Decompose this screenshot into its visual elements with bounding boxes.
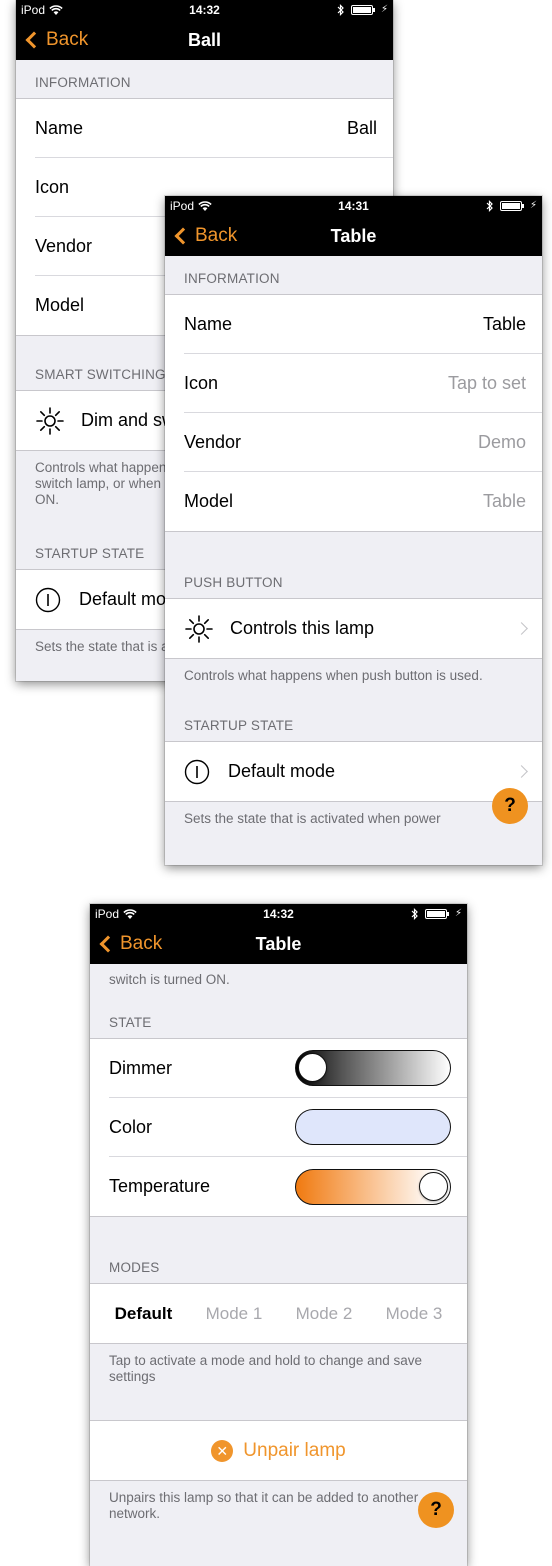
row-label: Model — [184, 491, 234, 511]
unpair-button[interactable]: ✕ Unpair lamp — [90, 1421, 467, 1480]
mode-3[interactable]: Mode 3 — [386, 1304, 443, 1324]
battery-icon — [499, 201, 524, 211]
page-title: Table — [330, 226, 377, 246]
page-title: Ball — [187, 30, 221, 50]
row-label: Name — [35, 117, 84, 138]
startup-footer: Sets the state that is activated when po… — [184, 811, 441, 826]
screen-table-top: iPod 14:31 ⚡ Back Table INFORMATION Name… — [165, 196, 542, 865]
charging-icon: ⚡ — [454, 908, 462, 919]
section-header-information: INFORMATION — [184, 271, 280, 286]
push-button-row[interactable]: Controls this lamp — [184, 599, 542, 658]
charging-icon: ⚡ — [380, 4, 388, 15]
row-value: Table — [482, 313, 526, 334]
row-value: Demo — [477, 431, 526, 452]
section-header-push-button: PUSH BUTTON — [184, 575, 283, 590]
row-label: Name — [184, 313, 233, 334]
temperature-slider[interactable] — [295, 1168, 451, 1205]
unpair-label: Unpair lamp — [243, 1439, 346, 1461]
modes-group: Default Mode 1 Mode 2 Mode 3 — [90, 1283, 467, 1344]
information-group: Name Table Icon Tap to set Vendor Demo M… — [165, 294, 542, 532]
bluetooth-icon — [337, 4, 344, 16]
row-label: Vendor — [184, 431, 242, 452]
mode-default[interactable]: Default — [115, 1304, 173, 1324]
nav-bar: Back Table — [165, 216, 542, 256]
push-button-group: Controls this lamp — [165, 598, 542, 659]
row-value: Tap to set — [447, 372, 526, 393]
startup-row[interactable]: Default mode — [184, 742, 542, 801]
scrolled-footer-text: switch is turned ON. — [109, 972, 230, 987]
row-label: Icon — [184, 372, 219, 393]
state-row-temperature: Temperature — [109, 1157, 467, 1216]
sun-icon — [36, 406, 64, 435]
state-row-color: Color — [109, 1098, 467, 1157]
section-header-modes: MODES — [109, 1260, 160, 1275]
bluetooth-icon — [486, 200, 493, 212]
nav-bar: Back Table — [90, 924, 467, 964]
row-value: Ball — [346, 117, 377, 138]
help-button[interactable]: ? — [492, 788, 528, 824]
page-title: Table — [255, 934, 302, 954]
section-header-information: INFORMATION — [35, 75, 131, 90]
mode-2[interactable]: Mode 2 — [296, 1304, 353, 1324]
row-label: Temperature — [109, 1176, 211, 1196]
sun-icon — [185, 614, 213, 643]
chevron-right-icon — [515, 765, 528, 778]
status-bar: iPod 14:32 ⚡ — [16, 0, 393, 20]
push-button-footer: Controls what happens when push button i… — [184, 668, 483, 683]
info-row-name[interactable]: Name Ball — [35, 99, 393, 158]
row-label: Dimmer — [109, 1057, 172, 1078]
info-row-icon[interactable]: Icon Tap to set — [184, 354, 542, 413]
nav-bar: Back Ball — [16, 20, 393, 60]
section-header-state: STATE — [109, 1015, 152, 1030]
mode-selector: Default Mode 1 Mode 2 Mode 3 — [90, 1284, 467, 1343]
section-header-startup: STARTUP STATE — [184, 718, 294, 733]
startup-group: Default mode — [165, 741, 542, 802]
row-label: Color — [109, 1116, 153, 1137]
help-button[interactable]: ? — [418, 1492, 454, 1528]
screen-table-bottom: iPod 14:32 ⚡ Back Table switch is turned… — [90, 904, 467, 1566]
unpair-group: ✕ Unpair lamp — [90, 1420, 467, 1481]
info-row-vendor[interactable]: Vendor Demo — [184, 413, 542, 472]
status-bar: iPod 14:32 ⚡ — [90, 904, 467, 924]
color-slider[interactable] — [295, 1109, 451, 1145]
mode-1[interactable]: Mode 1 — [206, 1304, 263, 1324]
dimmer-slider[interactable] — [295, 1050, 451, 1086]
bluetooth-icon — [411, 908, 418, 920]
chevron-right-icon — [515, 622, 528, 635]
row-label: Default mode — [228, 761, 336, 781]
slider-knob[interactable] — [419, 1171, 448, 1201]
battery-icon — [424, 909, 449, 919]
battery-icon — [350, 5, 375, 15]
info-row-name[interactable]: Name Table — [184, 295, 542, 354]
row-value: Table — [482, 491, 526, 511]
power-icon — [184, 759, 210, 784]
modes-footer: Tap to activate a mode and hold to chang… — [109, 1353, 422, 1384]
row-label: Controls this lamp — [230, 618, 375, 638]
state-row-dimmer: Dimmer — [109, 1039, 467, 1098]
slider-knob[interactable] — [298, 1053, 327, 1082]
row-label: Icon — [35, 176, 70, 197]
info-row-model[interactable]: Model Table — [184, 472, 542, 531]
power-icon — [35, 587, 61, 612]
unpair-footer: Unpairs this lamp so that it can be adde… — [109, 1490, 419, 1521]
close-circle-icon: ✕ — [211, 1439, 234, 1462]
charging-icon: ⚡ — [529, 200, 537, 211]
state-group: Dimmer Color Temperature — [90, 1038, 467, 1217]
status-bar: iPod 14:31 ⚡ — [165, 196, 542, 216]
